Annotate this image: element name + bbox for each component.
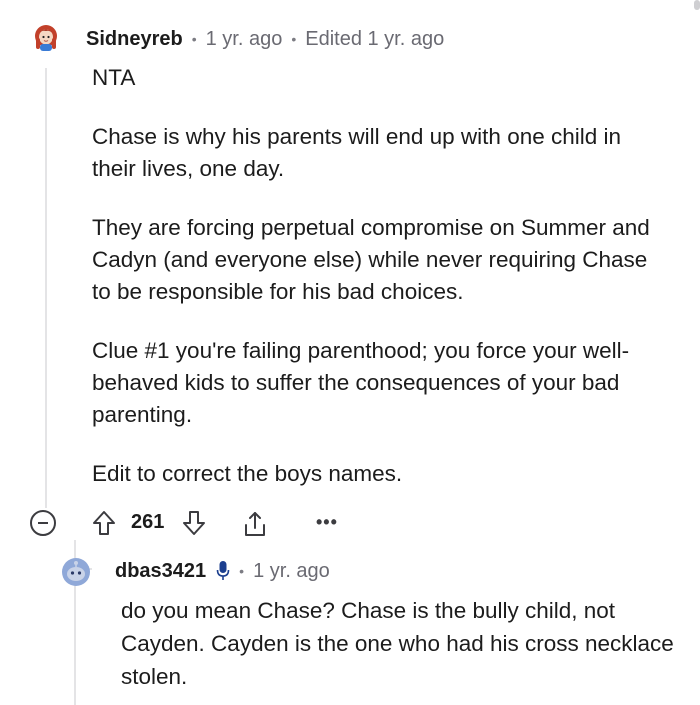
comment-username[interactable]: Sidneyreb	[86, 28, 183, 51]
redhead-avatar-icon[interactable]	[33, 24, 59, 52]
share-icon[interactable]	[241, 510, 269, 538]
separator-dot: •	[191, 31, 197, 47]
reply-username[interactable]: dbas3421	[115, 560, 206, 583]
comment-paragraph: Clue #1 you're failing parenthood; you f…	[92, 338, 630, 427]
comment-time: 1 yr. ago	[205, 27, 283, 50]
comment-body: NTA Chase is why his parents will end up…	[92, 62, 667, 517]
microphone-icon	[216, 560, 230, 582]
reply-body: do you mean Chase? Chase is the bully ch…	[121, 594, 681, 693]
downvote-arrow-icon[interactable]	[182, 510, 206, 536]
comment-paragraph: Chase is why his parents will end up wit…	[92, 124, 622, 181]
thread-line[interactable]	[45, 68, 47, 508]
scrollbar-thumb[interactable]	[694, 0, 700, 10]
comment-paragraph: They are forcing perpetual compromise on…	[92, 215, 650, 304]
comment-header: Sidneyreb • 1 yr. ago • Edited 1 yr. ago	[86, 26, 444, 52]
reply-text: do you mean Chase? Chase is the bully ch…	[121, 598, 674, 689]
snoo-avatar-icon[interactable]	[62, 558, 90, 586]
comment-paragraph: NTA	[92, 65, 136, 90]
vote-score: 261	[131, 511, 165, 533]
collapse-minus-icon[interactable]	[30, 510, 56, 536]
comment-paragraph: Edit to correct the boys names.	[92, 461, 403, 486]
reply-header: dbas3421 • 1 yr. ago	[115, 557, 330, 585]
more-dots-icon[interactable]: •••	[316, 512, 338, 533]
separator-dot: •	[291, 31, 297, 47]
reply-time: 1 yr. ago	[253, 559, 330, 582]
upvote-arrow-icon[interactable]	[92, 510, 116, 536]
comment-edited: Edited 1 yr. ago	[305, 27, 445, 50]
comment-actions: 261 •••	[30, 508, 350, 540]
separator-dot: •	[239, 563, 245, 579]
